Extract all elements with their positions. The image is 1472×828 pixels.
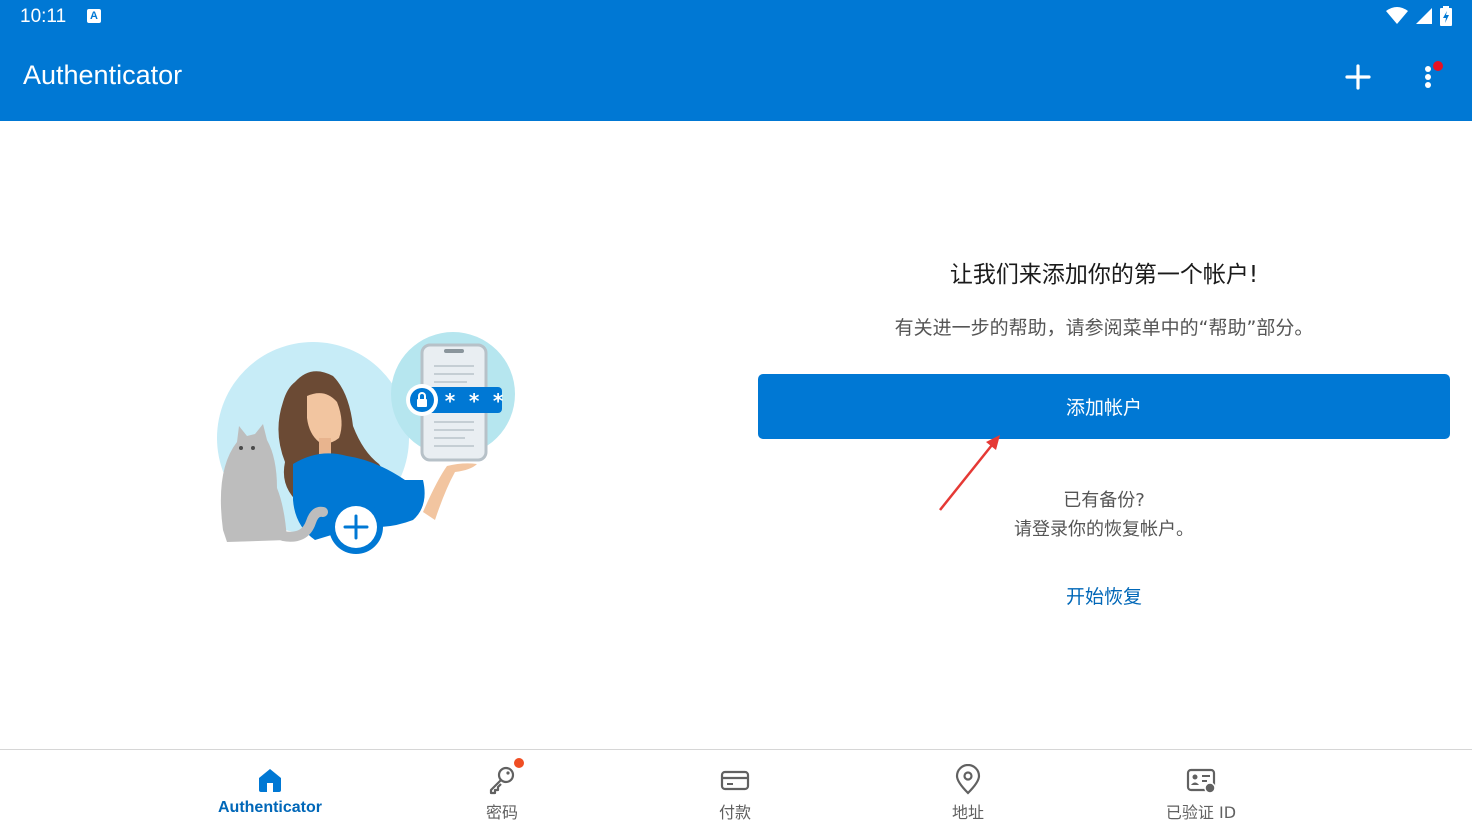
- nav-item-authenticator[interactable]: Authenticator: [190, 750, 350, 828]
- nav-label-verified-id: 已验证 ID: [1165, 803, 1237, 822]
- welcome-title: 让我们来添加你的第一个帐户!: [949, 262, 1259, 288]
- bottom-navigation: Authenticator 密码 付款 地址 已验证 ID: [0, 749, 1472, 828]
- nav-label-authenticator: Authenticator: [218, 799, 322, 816]
- add-account-toolbar-button[interactable]: [1340, 59, 1376, 95]
- status-bar: 10:11 A: [0, 0, 1472, 34]
- authenticator-screen: 10:11 A Authenticator * * * 让我们来添加你的第一个帐…: [0, 0, 1472, 828]
- key-icon: [489, 766, 515, 795]
- nav-label-payments: 付款: [718, 803, 751, 822]
- wifi-icon: [1386, 7, 1408, 24]
- app-bar: Authenticator: [0, 34, 1472, 121]
- add-account-button[interactable]: 添加帐户: [758, 374, 1450, 439]
- nav-item-verified-id[interactable]: 已验证 ID: [1121, 750, 1281, 828]
- verified-id-icon: [1186, 768, 1216, 794]
- welcome-subtitle: 有关进一步的帮助，请参阅菜单中的“帮助”部分。: [894, 317, 1314, 339]
- nav-item-addresses[interactable]: 地址: [888, 750, 1048, 828]
- nav-item-passwords[interactable]: 密码: [422, 750, 582, 828]
- cell-signal-icon: [1416, 8, 1432, 24]
- nav-item-payments[interactable]: 付款: [655, 750, 815, 828]
- home-icon: [259, 769, 281, 792]
- notification-icon: A: [87, 9, 101, 23]
- status-time: 10:11: [20, 6, 67, 27]
- password-mask: * * *: [444, 389, 504, 413]
- start-recovery-link[interactable]: 开始恢复: [1040, 582, 1168, 609]
- credit-card-icon: [720, 770, 750, 791]
- nav-label-passwords: 密码: [485, 803, 518, 822]
- nav-label-addresses: 地址: [951, 803, 984, 822]
- status-icons: [1386, 6, 1452, 26]
- plus-icon: [1345, 64, 1371, 90]
- welcome-illustration: * * *: [217, 332, 515, 554]
- battery-icon: [1440, 6, 1452, 26]
- backup-hint: 请登录你的恢复帐户。: [1014, 519, 1194, 540]
- location-pin-icon: [955, 764, 981, 795]
- more-vertical-icon: [1425, 61, 1443, 88]
- backup-question: 已有备份?: [1063, 490, 1145, 511]
- more-options-button[interactable]: [1414, 59, 1444, 95]
- app-title: Authenticator: [23, 60, 183, 90]
- passwords-badge: [514, 758, 524, 768]
